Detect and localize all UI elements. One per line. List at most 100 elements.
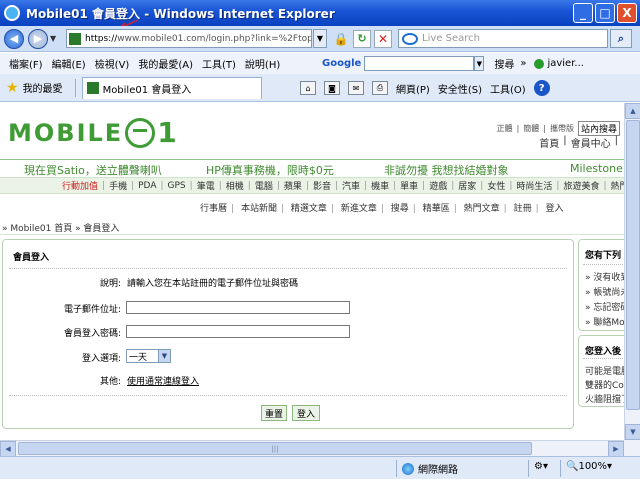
menu-edit[interactable]: 編輯(E) [52, 56, 86, 71]
submit-login-button[interactable]: 登入 [292, 405, 320, 421]
tools-menu[interactable]: 工具(O) [490, 81, 526, 96]
help-item-1[interactable]: » 沒有收到 [585, 270, 624, 283]
menu-file[interactable]: 檔案(F) [9, 56, 43, 71]
help-item-4[interactable]: » 聯絡Mo [585, 315, 624, 328]
cat-gps[interactable]: GPS [168, 181, 186, 191]
google-more-button[interactable]: » [520, 58, 526, 69]
site-search-box[interactable]: 站內搜尋 [577, 121, 620, 136]
recent-pages-dropdown-icon[interactable]: ▼ [50, 34, 60, 43]
promo-link-2[interactable]: HP傳真事務機，限時$0元 [206, 162, 334, 178]
nav-hot-articles[interactable]: 熱門文章 [464, 204, 500, 214]
forward-button[interactable]: ▶ [28, 28, 48, 49]
nav-login[interactable]: 登入 [546, 204, 564, 214]
url-scheme: https:// [85, 33, 118, 44]
password-field[interactable] [126, 325, 350, 338]
cat-home[interactable]: 居家 [458, 179, 476, 192]
cat-pda[interactable]: PDA [138, 181, 156, 191]
link-simplified[interactable]: 簡體 [523, 123, 539, 134]
cat-travel-food[interactable]: 旅遊美食 [563, 179, 599, 192]
cat-notebook[interactable]: 筆電 [197, 179, 215, 192]
cat-events[interactable]: 熱門活動 [611, 179, 624, 192]
vertical-scrollbar[interactable]: ▲ ▼ [624, 103, 640, 440]
help-item-2[interactable]: » 帳號尚未 [585, 285, 624, 298]
cat-camera[interactable]: 相機 [226, 179, 244, 192]
zoom-level[interactable]: 🔍100%▾ [566, 461, 612, 472]
lock-icon[interactable]: 🔒 [333, 31, 349, 47]
cat-games[interactable]: 遊戲 [429, 179, 447, 192]
promo-link-3[interactable]: 非誠勿擾 我想找結婚對象 [384, 162, 509, 178]
link-home[interactable]: 首頁 [539, 135, 559, 150]
menu-help[interactable]: 說明(H) [245, 56, 280, 71]
help-icon[interactable]: ? [533, 80, 550, 96]
horizontal-scroll-thumb[interactable]: ||| [18, 442, 532, 455]
scroll-left-icon[interactable]: ◀ [0, 441, 16, 457]
chevron-down-icon[interactable]: ▼ [158, 350, 170, 362]
other-label: 其他: [99, 377, 121, 387]
print-icon[interactable]: ⎙ [372, 81, 388, 95]
tab-separator [74, 78, 76, 97]
url-dropdown-icon[interactable]: ▼ [313, 29, 327, 48]
protected-mode-icon[interactable]: ⚙▾ [534, 461, 548, 472]
nav-digest[interactable]: 精華區 [423, 204, 450, 214]
vertical-scroll-thumb[interactable] [626, 120, 640, 410]
site-header: MOBILE 1 正體 | 簡體 | 攜帶版 站內搜尋 首頁 | 會員中心 | [0, 103, 624, 159]
security-zone[interactable]: 網際網路 [402, 461, 458, 476]
help-item-3[interactable]: » 忘記密碼 [585, 300, 624, 313]
email-field[interactable] [126, 301, 350, 314]
nav-search[interactable]: 搜尋 [391, 204, 409, 214]
nav-news[interactable]: 本站新聞 [241, 204, 277, 214]
nav-featured[interactable]: 精選文章 [291, 204, 327, 214]
horizontal-scrollbar[interactable]: ◀ ||| ▶ [0, 440, 624, 457]
menu-favorites[interactable]: 我的最愛(A) [138, 56, 193, 71]
search-go-button[interactable]: ⌕ [610, 29, 632, 48]
url-field[interactable]: https:// www.mobile01.com/login.php?link… [66, 29, 312, 48]
menu-tools[interactable]: 工具(T) [202, 56, 236, 71]
safety-menu[interactable]: 安全性(S) [438, 81, 482, 96]
cat-computer[interactable]: 電腦 [255, 179, 273, 192]
minimize-button[interactable]: _ [573, 3, 593, 23]
stop-button[interactable]: ✕ [374, 29, 392, 48]
live-search-input[interactable]: Live Search [398, 29, 608, 48]
google-dropdown-icon[interactable]: ▼ [474, 56, 485, 71]
cat-motorcycle[interactable]: 機車 [371, 179, 389, 192]
tab-mobile01-login[interactable]: Mobile01 會員登入 [81, 76, 262, 99]
link-mobile-version[interactable]: 攜帶版 [550, 123, 574, 134]
reset-button[interactable]: 重置 [261, 405, 287, 421]
google-search-input[interactable] [364, 56, 475, 71]
cat-av[interactable]: 影音 [313, 179, 331, 192]
cat-bicycle[interactable]: 單車 [400, 179, 418, 192]
breadcrumb[interactable]: » Mobile01 首頁 » 會員登入 [2, 221, 119, 234]
home-icon[interactable]: ⌂ [300, 81, 316, 95]
close-button[interactable]: X [617, 3, 637, 23]
page-menu[interactable]: 網頁(P) [396, 81, 430, 96]
cat-value-added[interactable]: 行動加值 [62, 179, 98, 192]
link-member-center[interactable]: 會員中心 [571, 135, 611, 150]
scroll-up-icon[interactable]: ▲ [625, 103, 640, 119]
mail-icon[interactable]: ✉ [348, 81, 364, 95]
refresh-button[interactable]: ↻ [353, 29, 371, 48]
nav-calendar[interactable]: 行事曆 [200, 204, 227, 214]
nav-new-articles[interactable]: 新進文章 [341, 204, 377, 214]
nav-register[interactable]: 註冊 [514, 204, 532, 214]
mobile01-logo[interactable]: MOBILE 1 [8, 116, 177, 149]
scroll-right-icon[interactable]: ▶ [608, 441, 624, 457]
promo-link-4[interactable]: Milestone [570, 162, 623, 175]
link-traditional[interactable]: 正體 [497, 123, 513, 134]
google-search-button[interactable]: 搜尋 [494, 56, 514, 71]
google-user[interactable]: javier... [547, 58, 583, 69]
favorites-label[interactable]: 我的最愛 [23, 80, 63, 95]
rss-feed-icon[interactable]: ◙ [324, 81, 340, 95]
cat-lifestyle[interactable]: 時尚生活 [516, 179, 552, 192]
favorites-star-icon[interactable]: ★ [6, 80, 19, 96]
back-button[interactable]: ◀ [4, 28, 24, 49]
normal-login-link[interactable]: 使用通常連線登入 [127, 374, 199, 387]
promo-link-1[interactable]: 現在買Satio，送立體聲喇叭 [24, 162, 162, 178]
scroll-down-icon[interactable]: ▼ [625, 424, 640, 440]
cat-apple[interactable]: 蘋果 [284, 179, 302, 192]
menu-view[interactable]: 檢視(V) [95, 56, 130, 71]
login-option-select[interactable]: 一天 ▼ [126, 349, 171, 363]
maximize-button[interactable]: □ [595, 3, 615, 23]
cat-women[interactable]: 女性 [487, 179, 505, 192]
cat-car[interactable]: 汽車 [342, 179, 360, 192]
cat-phone[interactable]: 手機 [109, 179, 127, 192]
